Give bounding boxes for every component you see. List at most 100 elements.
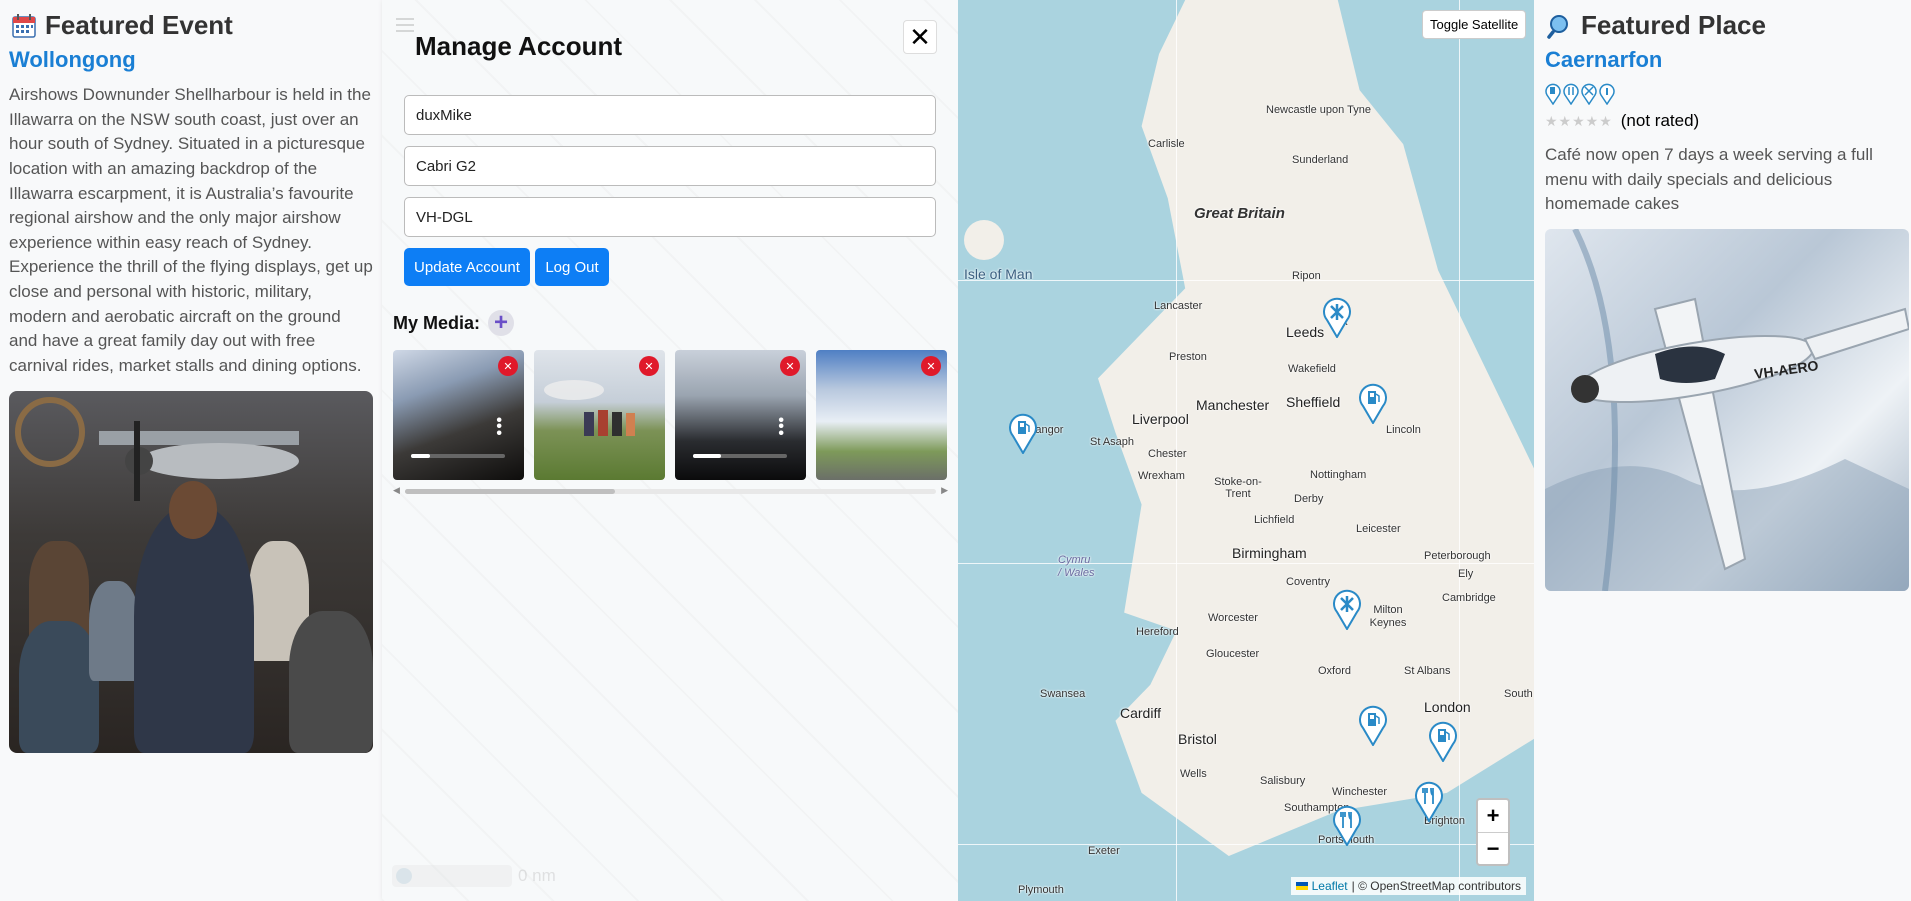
registration-field[interactable] bbox=[404, 197, 936, 237]
calendar-icon bbox=[9, 11, 39, 41]
map-label: South bbox=[1504, 688, 1533, 700]
map-attribution: Leaflet | © OpenStreetMap contributors bbox=[1290, 877, 1526, 895]
my-media-text: My Media: bbox=[393, 312, 481, 333]
map-label: Winchester bbox=[1332, 786, 1388, 798]
restaurant-marker-icon[interactable] bbox=[1414, 780, 1444, 822]
delete-media-button[interactable]: ✕ bbox=[498, 356, 518, 376]
airfield-marker-icon[interactable] bbox=[1322, 296, 1352, 338]
add-media-button[interactable]: + bbox=[488, 310, 515, 336]
event-description: Airshows Downunder Shellharbour is held … bbox=[9, 85, 373, 376]
range-slider-track[interactable] bbox=[392, 865, 512, 887]
media-thumbnail-video-1[interactable]: ✕ • • • bbox=[393, 350, 524, 480]
media-thumbnail-image-4[interactable]: ✕ bbox=[816, 350, 947, 480]
audience-member bbox=[19, 620, 99, 753]
map-label: Newcastle upon Tyne bbox=[1266, 104, 1371, 116]
map-label: Hereford bbox=[1136, 626, 1179, 638]
media-thumbnail-image-2[interactable]: ✕ bbox=[534, 350, 665, 480]
featured-place-heading: Featured Place bbox=[1545, 10, 1900, 41]
grid-line bbox=[958, 563, 1534, 564]
scrollbar-thumb[interactable] bbox=[405, 489, 615, 494]
toggle-satellite-button[interactable]: Toggle Satellite bbox=[1422, 10, 1527, 39]
rating-text: (not rated) bbox=[1620, 111, 1700, 130]
map-label: Oxford bbox=[1318, 665, 1352, 677]
map-label: Birmingham bbox=[1232, 545, 1307, 561]
map-label: Ripon bbox=[1292, 270, 1321, 282]
map-label: Great Britain bbox=[1194, 205, 1285, 222]
restaurant-marker-icon[interactable] bbox=[1332, 804, 1362, 846]
map-label: Leeds bbox=[1286, 324, 1325, 340]
update-account-button[interactable]: Update Account bbox=[404, 248, 530, 286]
map-label: Manchester bbox=[1196, 397, 1270, 413]
isle-of-man-landmass bbox=[964, 220, 1004, 260]
leaflet-link[interactable]: Leaflet bbox=[1312, 879, 1348, 893]
fuel-marker-icon[interactable] bbox=[1358, 382, 1388, 424]
scroll-right-arrow-icon[interactable]: ▶ bbox=[941, 485, 948, 496]
range-value: 0 nm bbox=[518, 866, 556, 885]
map-view[interactable]: Toggle Satellite Newcastle upon Tyne Car… bbox=[958, 0, 1534, 901]
map-label: Isle of Man bbox=[964, 266, 1033, 282]
media-strip[interactable]: ✕ • • • ✕ ✕ • • • ✕ bbox=[393, 350, 948, 480]
place-description: Café now open 7 days a week serving a fu… bbox=[1545, 145, 1873, 214]
media-thumbnail-video-3[interactable]: ✕ • • • bbox=[675, 350, 806, 480]
star-rating-icon[interactable]: ★★★★★ bbox=[1545, 113, 1613, 130]
map-label: Lancaster bbox=[1154, 300, 1203, 312]
map-label: Milton Keynes bbox=[1369, 604, 1407, 630]
magnifier-icon bbox=[1545, 11, 1575, 41]
amenity-icons bbox=[1545, 83, 1900, 105]
grid-line bbox=[958, 844, 1534, 845]
wagon-wheel-decoration bbox=[15, 396, 85, 467]
delete-media-button[interactable]: ✕ bbox=[780, 356, 800, 376]
map-label: Derby bbox=[1294, 493, 1324, 505]
scroll-left-arrow-icon[interactable]: ◀ bbox=[393, 485, 400, 496]
map-label: St Asaph bbox=[1090, 436, 1135, 448]
map-label: Salisbury bbox=[1260, 775, 1306, 787]
fuel-marker-icon[interactable] bbox=[1428, 720, 1458, 762]
username-field[interactable] bbox=[404, 95, 936, 135]
featured-place-title: Featured Place bbox=[1581, 10, 1766, 40]
grid-line bbox=[1459, 0, 1460, 901]
map-label: Liverpool bbox=[1132, 411, 1189, 427]
aircraft-over-snow-graphic: VH-AERO bbox=[1545, 228, 1909, 591]
place-name-link[interactable]: Caernarfon bbox=[1545, 47, 1900, 73]
zoom-in-button[interactable]: + bbox=[1478, 800, 1508, 832]
more-options-icon[interactable]: • • • bbox=[778, 412, 784, 441]
featured-event-panel: Featured Event Wollongong Airshows Downu… bbox=[0, 0, 382, 901]
map-label: Chester bbox=[1148, 448, 1187, 460]
modal-title: Manage Account bbox=[415, 31, 623, 61]
aircraft-field[interactable] bbox=[404, 146, 936, 186]
delete-media-button[interactable]: ✕ bbox=[921, 356, 941, 376]
map-label: Lichfield bbox=[1254, 514, 1295, 526]
map-label: Stoke-on-Trent bbox=[1214, 476, 1262, 500]
map-label: Cymru / Wales bbox=[1058, 554, 1095, 580]
media-scrollbar[interactable]: ◀ ▶ bbox=[393, 485, 948, 496]
map-label: Sheffield bbox=[1286, 394, 1341, 410]
fuel-amenity-icon bbox=[1545, 83, 1561, 105]
fuel-marker-icon[interactable] bbox=[1358, 704, 1388, 746]
range-slider-knob[interactable] bbox=[396, 868, 412, 884]
more-options-icon[interactable]: • • • bbox=[496, 412, 502, 441]
zoom-out-button[interactable]: − bbox=[1478, 832, 1508, 864]
map-label: Sunderland bbox=[1292, 154, 1349, 166]
attribution-text: | © OpenStreetMap contributors bbox=[1351, 879, 1521, 893]
fuel-marker-icon[interactable] bbox=[1008, 412, 1038, 454]
map-label: Ely bbox=[1458, 568, 1474, 580]
airfield-marker-icon[interactable] bbox=[1332, 588, 1362, 630]
map-label: Wakefield bbox=[1288, 363, 1336, 375]
featured-place-panel: Featured Place Caernarfon ★★★★★ (not rat… bbox=[1534, 0, 1911, 901]
place-image: VH-AERO bbox=[1545, 228, 1909, 591]
ukraine-flag-icon bbox=[1295, 882, 1308, 890]
close-button[interactable]: ✕ bbox=[903, 20, 937, 54]
range-slider[interactable]: 0 nm bbox=[392, 865, 556, 887]
map-zoom-control: + − bbox=[1476, 798, 1510, 866]
map-label: St Albans bbox=[1404, 665, 1451, 677]
airfield-amenity-icon bbox=[1581, 83, 1597, 105]
event-location-link[interactable]: Wollongong bbox=[9, 47, 373, 73]
featured-event-title: Featured Event bbox=[45, 10, 233, 40]
people-group-graphic bbox=[544, 380, 635, 436]
map-label: Bristol bbox=[1178, 731, 1217, 747]
video-progress-bar[interactable] bbox=[411, 454, 505, 458]
video-progress-bar[interactable] bbox=[693, 454, 787, 458]
map-label: Cambridge bbox=[1442, 592, 1496, 604]
logout-button[interactable]: Log Out bbox=[535, 248, 609, 286]
event-image bbox=[9, 390, 373, 753]
